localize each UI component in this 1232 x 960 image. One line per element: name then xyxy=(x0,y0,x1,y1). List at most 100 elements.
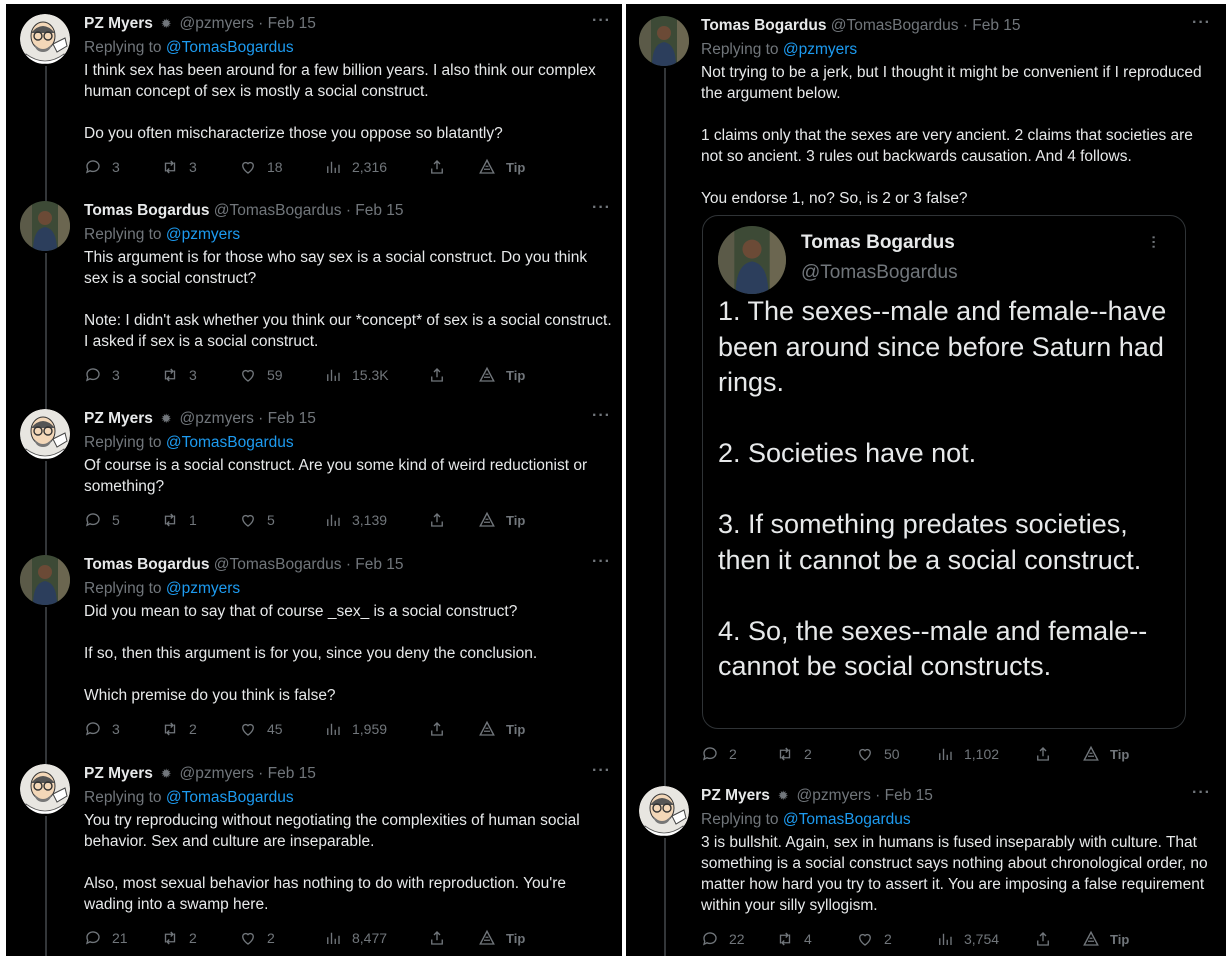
avatar[interactable] xyxy=(20,201,70,251)
views-button[interactable]: 15.3K xyxy=(324,366,389,384)
quoted-avatar[interactable] xyxy=(718,226,786,294)
author-name[interactable]: PZ Myers xyxy=(84,765,153,782)
author-handle[interactable]: @pzmyers xyxy=(180,410,254,427)
author-handle[interactable]: @pzmyers xyxy=(180,15,254,32)
tweet-paragraph: Also, most sexual behavior has nothing t… xyxy=(84,875,567,913)
author-name[interactable]: PZ Myers xyxy=(84,15,153,32)
tweet-date[interactable]: Feb 15 xyxy=(355,556,403,573)
replying-to-link[interactable]: @TomasBogardus xyxy=(166,434,294,451)
more-options-icon[interactable]: ··· xyxy=(1192,784,1211,802)
tweet-date[interactable]: Feb 15 xyxy=(885,787,933,804)
tweet[interactable]: Tomas Bogardus @TomasBogardus · Feb 15 ··… xyxy=(626,14,1226,784)
like-button[interactable]: 45 xyxy=(239,720,283,738)
author-handle[interactable]: @TomasBogardus xyxy=(214,202,342,219)
tweet-date[interactable]: Feb 15 xyxy=(972,17,1020,34)
reply-button[interactable]: 3 xyxy=(84,720,120,738)
like-button[interactable]: 50 xyxy=(856,745,900,763)
replying-to-link[interactable]: @pzmyers xyxy=(166,226,240,243)
retweet-button[interactable]: 2 xyxy=(776,745,812,763)
like-button[interactable]: 18 xyxy=(239,158,283,176)
share-button[interactable] xyxy=(428,720,446,738)
retweet-button[interactable]: 2 xyxy=(161,929,197,947)
reply-button[interactable]: 21 xyxy=(84,929,128,947)
avatar[interactable] xyxy=(639,16,689,66)
share-button[interactable] xyxy=(428,511,446,529)
avatar[interactable] xyxy=(20,764,70,814)
like-button[interactable]: 5 xyxy=(239,511,275,529)
avatar[interactable] xyxy=(20,14,70,64)
share-icon xyxy=(428,720,446,738)
more-options-icon[interactable]: ··· xyxy=(592,407,611,425)
replying-to-link[interactable]: @pzmyers xyxy=(166,580,240,597)
more-options-icon[interactable]: ··· xyxy=(592,199,611,217)
like-button[interactable]: 2 xyxy=(239,929,275,947)
more-options-icon[interactable]: ··· xyxy=(592,12,611,30)
retweet-button[interactable]: 1 xyxy=(161,511,197,529)
tweet[interactable]: PZ Myers ✹ @pzmyers · Feb 15 ··· Replying … xyxy=(6,403,622,556)
tweet[interactable]: Tomas Bogardus @TomasBogardus · Feb 15 ··… xyxy=(6,195,622,410)
avatar[interactable] xyxy=(20,409,70,459)
views-button[interactable]: 1,959 xyxy=(324,720,387,738)
author-name[interactable]: PZ Myers xyxy=(84,410,153,427)
tip-button[interactable]: Tip xyxy=(478,720,525,738)
tweet[interactable]: PZ Myers ✹ @pzmyers · Feb 15 ··· Replying … xyxy=(6,12,622,202)
views-button[interactable]: 3,754 xyxy=(936,930,999,948)
reply-button[interactable]: 2 xyxy=(701,745,737,763)
retweet-button[interactable]: 3 xyxy=(161,158,197,176)
author-name[interactable]: PZ Myers xyxy=(701,787,770,804)
reply-button[interactable]: 3 xyxy=(84,366,120,384)
share-button[interactable] xyxy=(428,158,446,176)
tweet[interactable]: PZ Myers ✹ @pzmyers · Feb 15 ··· Replying … xyxy=(626,780,1226,956)
tip-button[interactable]: Tip xyxy=(478,511,525,529)
avatar[interactable] xyxy=(639,786,689,836)
like-button[interactable]: 59 xyxy=(239,366,283,384)
author-handle[interactable]: @pzmyers xyxy=(180,765,254,782)
like-button[interactable]: 2 xyxy=(856,930,892,948)
author-handle[interactable]: @TomasBogardus xyxy=(214,556,342,573)
retweet-button[interactable]: 3 xyxy=(161,366,197,384)
replying-to-link[interactable]: @TomasBogardus xyxy=(166,39,294,56)
tweet-date[interactable]: Feb 15 xyxy=(355,202,403,219)
avatar[interactable] xyxy=(20,555,70,605)
quoted-author-name[interactable]: Tomas Bogardus xyxy=(801,232,955,254)
reply-button[interactable]: 22 xyxy=(701,930,745,948)
views-button[interactable]: 2,316 xyxy=(324,158,387,176)
share-button[interactable] xyxy=(1034,745,1052,763)
views-button[interactable]: 8,477 xyxy=(324,929,387,947)
share-button[interactable] xyxy=(428,929,446,947)
quoted-tweet-card[interactable]: Tomas Bogardus @TomasBogardus ··· 1. The se… xyxy=(702,215,1186,729)
tip-button[interactable]: Tip xyxy=(478,366,525,384)
replying-to-link[interactable]: @TomasBogardus xyxy=(166,789,294,806)
author-name[interactable]: Tomas Bogardus xyxy=(701,17,826,34)
reply-button[interactable]: 3 xyxy=(84,158,120,176)
retweet-button[interactable]: 2 xyxy=(161,720,197,738)
quoted-author-handle[interactable]: @TomasBogardus xyxy=(801,262,958,284)
tweet-date[interactable]: Feb 15 xyxy=(268,410,316,427)
tweet-actions: 22 4 2 3,754 Tip xyxy=(626,930,1226,950)
tip-button[interactable]: Tip xyxy=(478,929,525,947)
more-options-icon[interactable]: ··· xyxy=(1192,14,1211,32)
share-button[interactable] xyxy=(1034,930,1052,948)
quoted-more-icon[interactable]: ··· xyxy=(1142,234,1165,248)
tip-count: Tip xyxy=(506,721,526,737)
tip-button[interactable]: Tip xyxy=(1082,745,1129,763)
author-name[interactable]: Tomas Bogardus xyxy=(84,556,209,573)
views-button[interactable]: 1,102 xyxy=(936,745,999,763)
share-button[interactable] xyxy=(428,366,446,384)
author-handle[interactable]: @TomasBogardus xyxy=(831,17,959,34)
tweet[interactable]: Tomas Bogardus @TomasBogardus · Feb 15 ··… xyxy=(6,549,622,764)
tip-button[interactable]: Tip xyxy=(1082,930,1129,948)
more-options-icon[interactable]: ··· xyxy=(592,553,611,571)
views-button[interactable]: 3,139 xyxy=(324,511,387,529)
reply-button[interactable]: 5 xyxy=(84,511,120,529)
replying-to-link[interactable]: @pzmyers xyxy=(783,41,857,58)
retweet-button[interactable]: 4 xyxy=(776,930,812,948)
tweet-date[interactable]: Feb 15 xyxy=(268,765,316,782)
tweet[interactable]: PZ Myers ✹ @pzmyers · Feb 15 ··· Replying … xyxy=(6,758,622,956)
tweet-date[interactable]: Feb 15 xyxy=(268,15,316,32)
replying-to-link[interactable]: @TomasBogardus xyxy=(783,811,911,828)
author-handle[interactable]: @pzmyers xyxy=(797,787,871,804)
more-options-icon[interactable]: ··· xyxy=(592,762,611,780)
author-name[interactable]: Tomas Bogardus xyxy=(84,202,209,219)
tip-button[interactable]: Tip xyxy=(478,158,525,176)
